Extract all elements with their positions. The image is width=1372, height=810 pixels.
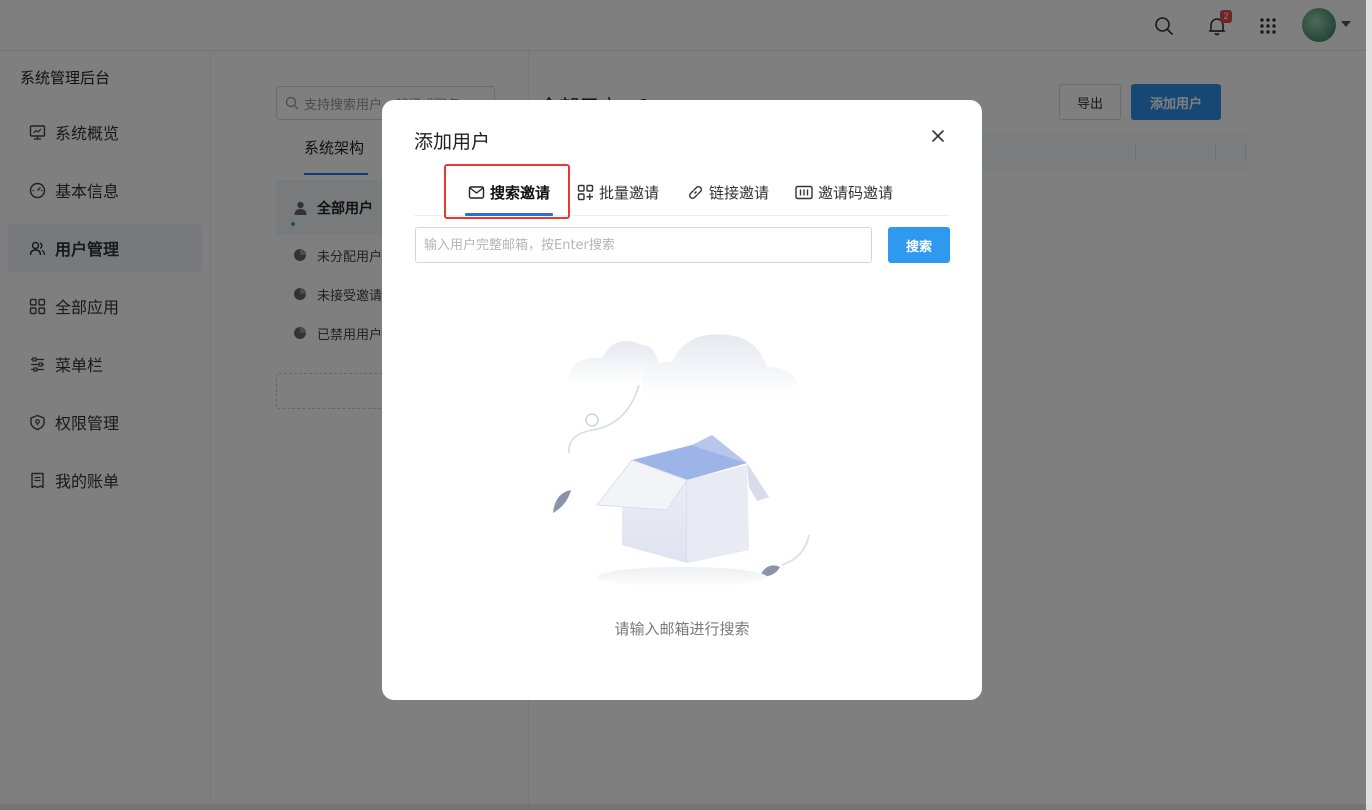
empty-box-illustration — [553, 334, 810, 585]
tab-label: 邀请码邀请 — [818, 183, 894, 202]
close-icon[interactable] — [927, 125, 949, 147]
apps-add-icon — [576, 183, 594, 201]
tab-link-invite[interactable]: 链接邀请 — [686, 178, 769, 206]
vertical-scrollbar[interactable] — [1366, 0, 1372, 810]
barcode-icon — [795, 183, 813, 201]
add-user-dialog: 添加用户 搜索邀请 批量邀请 链接邀请 邀请码邀请 搜索 — [382, 100, 982, 700]
highlight-annotation — [444, 164, 570, 219]
tab-batch-invite[interactable]: 批量邀请 — [576, 178, 659, 206]
link-icon — [686, 183, 704, 201]
tab-label: 批量邀请 — [599, 183, 660, 202]
dialog-title: 添加用户 — [414, 131, 491, 153]
tab-code-invite[interactable]: 邀请码邀请 — [795, 178, 893, 206]
empty-state-text: 请输入邮箱进行搜索 — [614, 620, 750, 638]
search-button[interactable]: 搜索 — [888, 227, 950, 263]
tab-label: 链接邀请 — [709, 183, 770, 202]
email-search-input[interactable] — [415, 227, 872, 263]
